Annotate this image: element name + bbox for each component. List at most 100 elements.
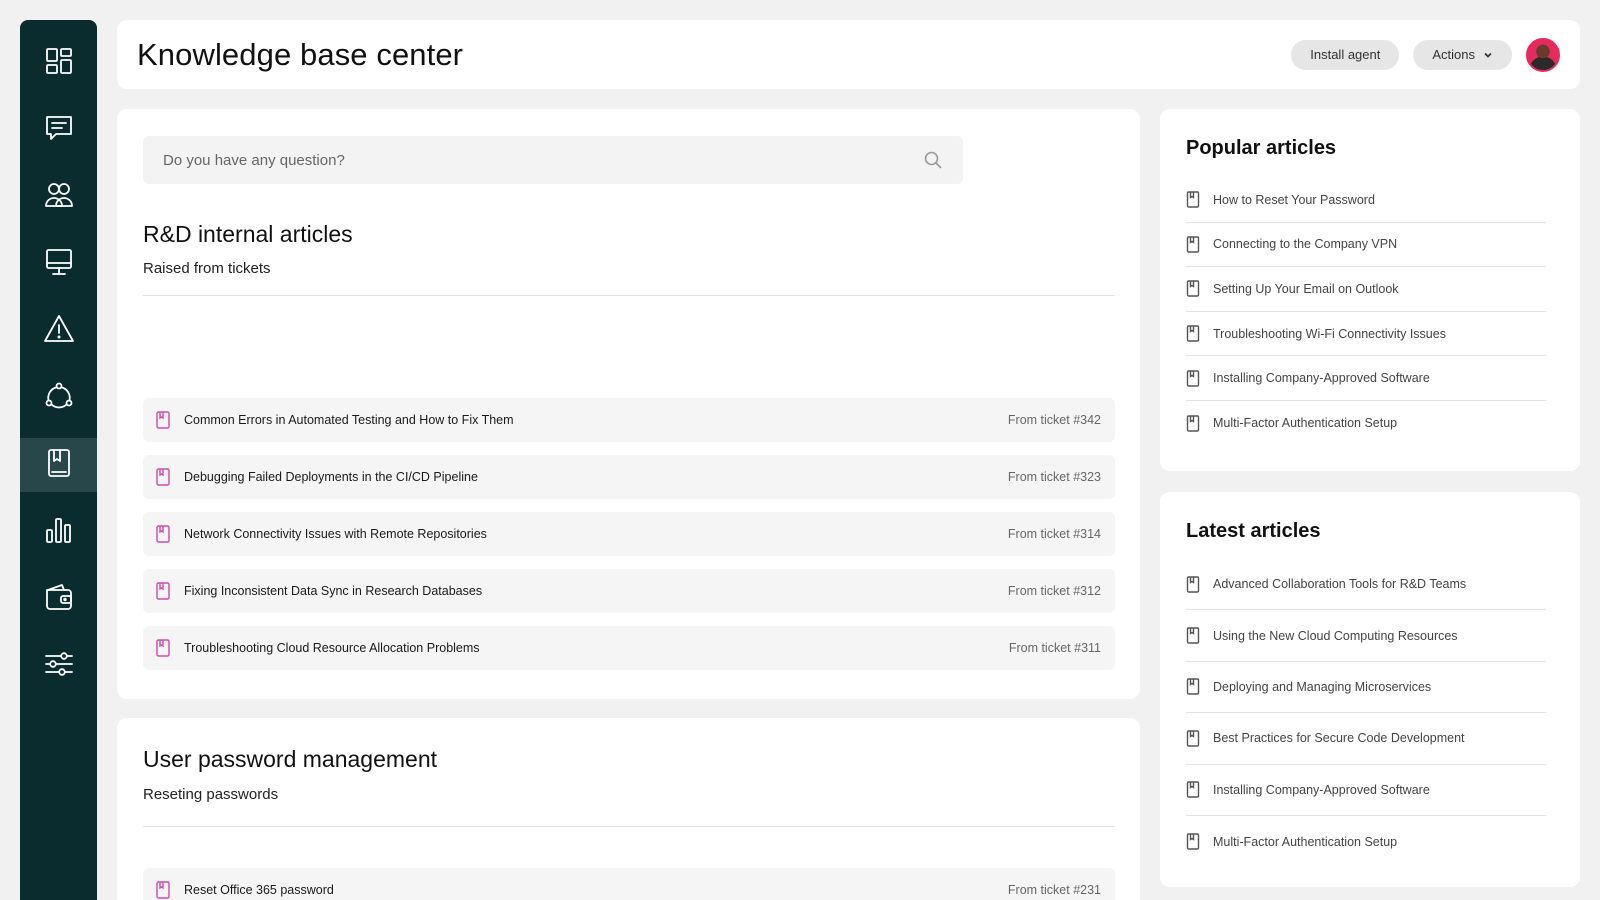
search-input[interactable] — [163, 151, 923, 169]
article-link[interactable]: Multi-Factor Authentication Setup — [1186, 816, 1546, 867]
app-root: Knowledge base center Install agent Acti… — [0, 0, 1600, 900]
ticket-ref: From ticket #323 — [1007, 470, 1101, 484]
document-icon — [1186, 236, 1200, 253]
ticket-ref: From ticket #312 — [1007, 584, 1101, 598]
document-icon — [1186, 730, 1200, 747]
sidebar-item-alerts[interactable] — [20, 304, 97, 358]
ticket-title: Common Errors in Automated Testing and H… — [184, 413, 514, 427]
sidebar-item-users[interactable] — [20, 170, 97, 224]
latest-articles-card: Latest articles Advanced Collaboration T… — [1160, 492, 1580, 887]
article-link[interactable]: Setting Up Your Email on Outlook — [1186, 267, 1546, 312]
ticket-row[interactable]: Reset Office 365 password From ticket #2… — [143, 868, 1115, 900]
header-actions: Install agent Actions — [1291, 37, 1560, 72]
article-link[interactable]: Installing Company-Approved Software — [1186, 765, 1546, 816]
alert-icon — [43, 313, 75, 350]
document-icon — [1186, 678, 1200, 696]
article-title: How to Reset Your Password — [1213, 192, 1375, 207]
monitor-icon — [43, 246, 75, 283]
chevron-down-icon — [1484, 52, 1492, 58]
ticket-row[interactable]: Fixing Inconsistent Data Sync in Researc… — [143, 569, 1115, 613]
page-title: Knowledge base center — [137, 36, 464, 72]
article-link[interactable]: Connecting to the Company VPN — [1186, 223, 1546, 268]
document-icon — [1186, 369, 1200, 387]
chat-icon — [43, 112, 75, 149]
sidebar-item-reports[interactable] — [20, 505, 97, 559]
popular-articles-card: Popular articles How to Reset Your Passw… — [1160, 109, 1580, 471]
document-icon — [155, 639, 171, 657]
rd-section-title: R&D internal articles — [143, 221, 353, 247]
article-title: Deploying and Managing Microservices — [1213, 679, 1432, 694]
search-icon[interactable] — [923, 150, 943, 170]
ticket-title: Debugging Failed Deployments in the CI/C… — [184, 470, 478, 484]
article-title: Setting Up Your Email on Outlook — [1213, 281, 1399, 296]
sidebar-item-settings[interactable] — [20, 639, 97, 693]
pw-section-subtitle: Reseting passwords — [143, 786, 279, 803]
ticket-title: Reset Office 365 password — [184, 883, 334, 897]
ticket-title: Troubleshooting Cloud Resource Allocatio… — [184, 641, 480, 655]
book-icon — [43, 447, 75, 484]
ticket-ref: From ticket #314 — [1007, 527, 1101, 541]
article-link[interactable]: Deploying and Managing Microservices — [1186, 662, 1546, 714]
ticket-title: Network Connectivity Issues with Remote … — [184, 527, 487, 541]
article-title: Troubleshooting Wi-Fi Connectivity Issue… — [1213, 326, 1446, 341]
article-title: Installing Company-Approved Software — [1213, 782, 1430, 797]
install-agent-button[interactable]: Install agent — [1291, 39, 1400, 70]
sidebar-item-knowledge-base[interactable] — [20, 438, 97, 492]
latest-list: Advanced Collaboration Tools for R&D Tea… — [1186, 559, 1546, 867]
wallet-icon — [43, 581, 75, 618]
article-title: Multi-Factor Authentication Setup — [1213, 416, 1398, 431]
sidebar-item-network[interactable] — [20, 371, 97, 425]
article-link[interactable]: Multi-Factor Authentication Setup — [1186, 401, 1546, 446]
ticket-row[interactable]: Common Errors in Automated Testing and H… — [143, 398, 1115, 442]
actions-dropdown-button[interactable]: Actions — [1413, 39, 1512, 70]
document-icon — [1186, 280, 1200, 298]
user-avatar[interactable] — [1526, 37, 1560, 72]
settings-sliders-icon — [43, 648, 75, 685]
article-link[interactable]: Installing Company-Approved Software — [1186, 356, 1546, 401]
ticket-ref: From ticket #231 — [1007, 883, 1101, 897]
article-link[interactable]: Advanced Collaboration Tools for R&D Tea… — [1186, 559, 1546, 611]
article-link[interactable]: Troubleshooting Wi-Fi Connectivity Issue… — [1186, 312, 1546, 357]
document-icon — [155, 525, 171, 543]
pw-ticket-list: Reset Office 365 password From ticket #2… — [143, 868, 1115, 900]
ticket-row[interactable]: Debugging Failed Deployments in the CI/C… — [143, 455, 1115, 499]
sidebar — [20, 20, 97, 900]
document-icon — [155, 468, 171, 486]
article-title: Multi-Factor Authentication Setup — [1213, 834, 1398, 849]
dashboard-icon — [43, 45, 75, 82]
ticket-row[interactable]: Troubleshooting Cloud Resource Allocatio… — [143, 626, 1115, 670]
article-title: Using the New Cloud Computing Resources — [1213, 628, 1458, 643]
document-icon — [1186, 627, 1200, 644]
rd-articles-card: R&D internal articles Raised from ticket… — [117, 109, 1140, 699]
document-icon — [155, 582, 171, 600]
rd-divider — [143, 295, 1115, 296]
article-title: Best Practices for Secure Code Developme… — [1213, 731, 1465, 746]
latest-title: Latest articles — [1186, 520, 1321, 542]
install-agent-label: Install agent — [1310, 47, 1381, 62]
sidebar-item-dashboard[interactable] — [20, 36, 97, 90]
pw-divider — [143, 826, 1115, 827]
document-icon — [1186, 191, 1200, 208]
chart-icon — [43, 514, 75, 551]
document-icon — [1186, 833, 1200, 850]
article-link[interactable]: How to Reset Your Password — [1186, 178, 1546, 223]
popular-title: Popular articles — [1186, 137, 1337, 159]
password-management-card: User password management Reseting passwo… — [117, 718, 1140, 900]
search-box — [143, 136, 963, 184]
article-title: Connecting to the Company VPN — [1213, 237, 1398, 252]
ticket-title: Fixing Inconsistent Data Sync in Researc… — [184, 584, 483, 598]
article-title: Installing Company-Approved Software — [1213, 371, 1430, 386]
sidebar-item-devices[interactable] — [20, 237, 97, 291]
sidebar-item-billing[interactable] — [20, 572, 97, 626]
document-icon — [155, 411, 171, 429]
sidebar-item-messages[interactable] — [20, 103, 97, 157]
article-link[interactable]: Best Practices for Secure Code Developme… — [1186, 713, 1546, 765]
network-icon — [43, 380, 75, 417]
ticket-ref: From ticket #342 — [1007, 413, 1101, 427]
document-icon — [1186, 575, 1200, 593]
ticket-ref: From ticket #311 — [1008, 641, 1101, 655]
ticket-row[interactable]: Network Connectivity Issues with Remote … — [143, 512, 1115, 556]
page-header: Knowledge base center Install agent Acti… — [117, 20, 1580, 89]
rd-section-subtitle: Raised from tickets — [143, 260, 271, 277]
article-link[interactable]: Using the New Cloud Computing Resources — [1186, 610, 1546, 662]
